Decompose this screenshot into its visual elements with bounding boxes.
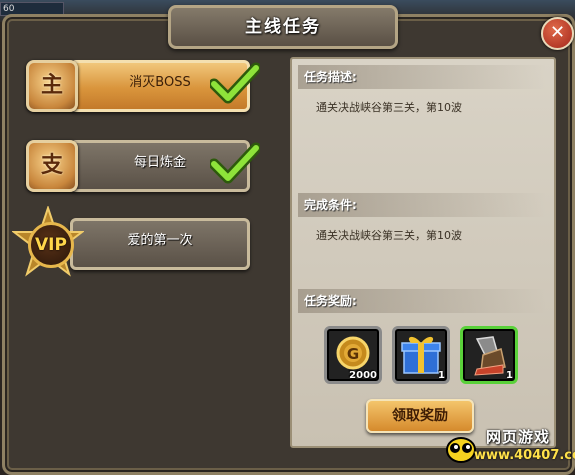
watermark-url: www.40407.com — [474, 448, 575, 463]
condition-header: 完成条件: — [298, 193, 546, 217]
description-header: 任务描述: — [298, 65, 546, 89]
reward-slot-gold[interactable]: G 2000 — [324, 326, 382, 384]
description-label: 任务描述: — [304, 70, 357, 84]
quest-item-main[interactable]: 主 消灭BOSS — [20, 58, 260, 112]
quest-details-panel: 任务描述: 通关决战峡谷第三关，第10波 完成条件: 通关决战峡谷第三关，第10… — [290, 57, 556, 448]
quest-item-label: 爱的第一次 — [127, 233, 193, 248]
checkmark-icon — [210, 62, 260, 104]
checkmark-icon — [210, 142, 260, 184]
description-text: 通关决战峡谷第三关，第10波 — [316, 101, 462, 114]
quest-item-side[interactable]: 支 每日炼金 — [20, 138, 260, 192]
reward-slot-gift[interactable]: 1 — [392, 326, 450, 384]
window-title-bar: 主线任务 — [168, 5, 398, 49]
close-button[interactable]: ✕ — [541, 17, 574, 50]
reward-header: 任务奖励: — [298, 289, 546, 313]
svg-text:G: G — [347, 345, 359, 363]
quest-item-vip[interactable]: VIP 爱的第一次 — [12, 206, 250, 277]
condition-text: 通关决战峡谷第三关，第10波 — [316, 229, 462, 242]
reward-slot-armor[interactable]: 1 — [460, 326, 518, 384]
window-title: 主线任务 — [245, 17, 321, 37]
condition-label: 完成条件: — [304, 198, 357, 212]
watermark-title: 网页游戏 — [486, 428, 551, 446]
reward-label: 任务奖励: — [304, 294, 357, 308]
reward-count: 2000 — [349, 370, 377, 381]
close-icon: ✕ — [549, 22, 566, 43]
reward-count: 1 — [506, 370, 513, 381]
vip-quest-badge: VIP — [28, 222, 74, 268]
site-watermark: 网页游戏 www.40407.com — [436, 424, 575, 469]
reward-count: 1 — [438, 370, 445, 381]
